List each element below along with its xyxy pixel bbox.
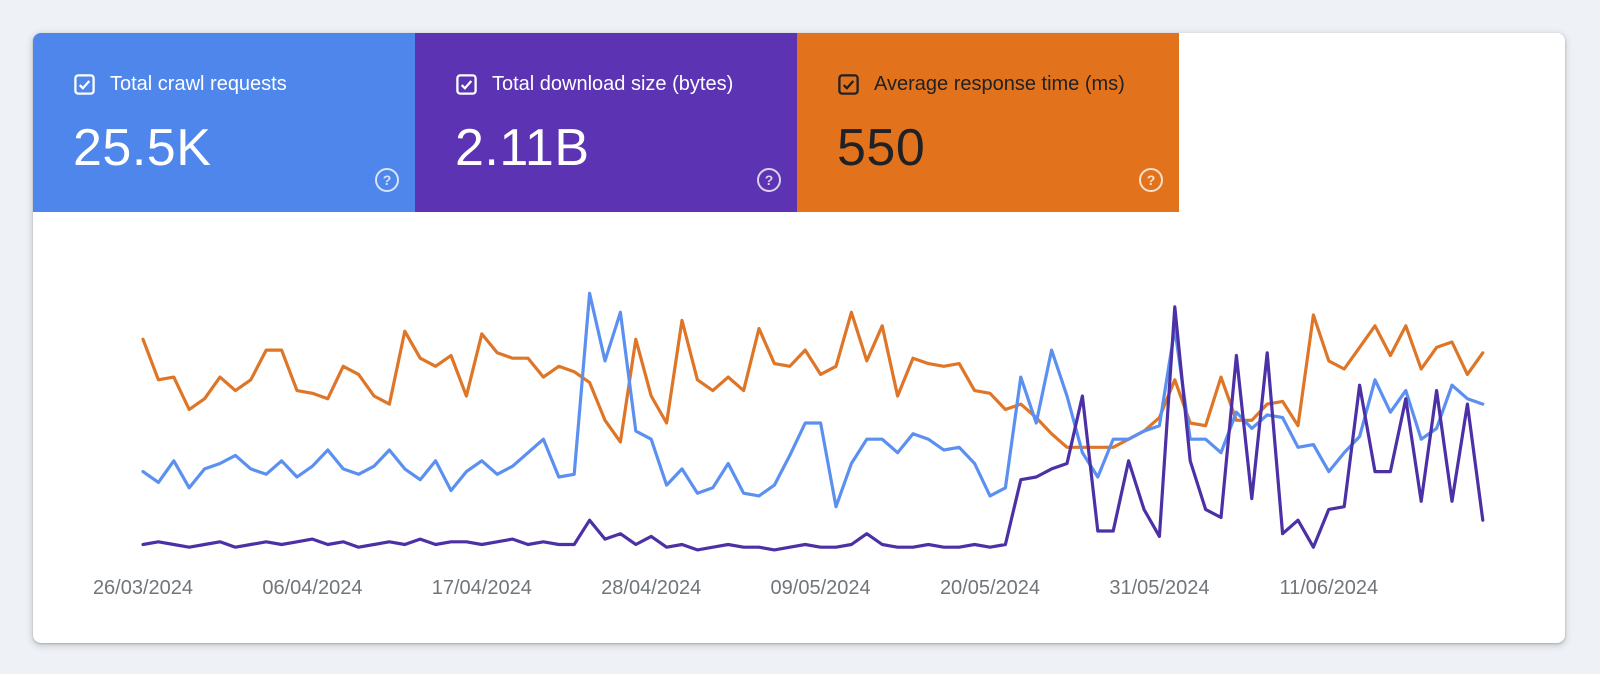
stat-card-header: Average response time (ms) [837,73,1143,96]
help-icon[interactable]: ? [375,168,399,192]
stat-value: 25.5K [73,119,212,177]
x-axis-tick-label: 26/03/2024 [93,577,193,599]
series-line-average-response-time [141,310,1485,449]
x-axis-tick-label: 31/05/2024 [1109,577,1209,599]
stat-label: Average response time (ms) [874,73,1125,95]
stat-value: 2.11B [455,119,590,177]
crawl-stats-card: Total crawl requests 25.5K ? Total downl… [33,33,1565,643]
help-icon[interactable]: ? [757,168,781,192]
stat-card-total-crawl-requests[interactable]: Total crawl requests 25.5K ? [33,33,415,212]
stat-card-average-response-time[interactable]: Average response time (ms) 550 ? [797,33,1179,212]
help-icon[interactable]: ? [1139,168,1163,192]
x-axis-tick-label: 11/06/2024 [1279,577,1378,599]
series-line-total-download-size [141,305,1485,552]
line-chart-canvas: 26/03/2024 06/04/2024 17/04/2024 28/04/2024… [93,291,1485,599]
x-axis-tick-label: 28/04/2024 [601,577,701,599]
stat-label: Total download size (bytes) [492,73,734,95]
stat-cards-row: Total crawl requests 25.5K ? Total downl… [33,33,1565,212]
checkbox-checked-icon[interactable] [837,73,860,96]
stat-card-header: Total crawl requests [73,73,379,96]
x-axis-tick-label: 20/05/2024 [940,577,1040,599]
stat-card-header: Total download size (bytes) [455,73,761,96]
stat-card-total-download-size[interactable]: Total download size (bytes) 2.11B ? [415,33,797,212]
x-axis-tick-label: 17/04/2024 [432,577,532,599]
x-axis-tick-label: 06/04/2024 [262,577,362,599]
stat-value: 550 [837,119,926,177]
checkbox-checked-icon[interactable] [73,73,96,96]
crawl-trend-chart[interactable]: 26/03/2024 06/04/2024 17/04/2024 28/04/2024… [33,212,1565,643]
stat-label: Total crawl requests [110,73,287,95]
checkbox-checked-icon[interactable] [455,73,478,96]
x-axis-tick-label: 09/05/2024 [771,577,871,599]
